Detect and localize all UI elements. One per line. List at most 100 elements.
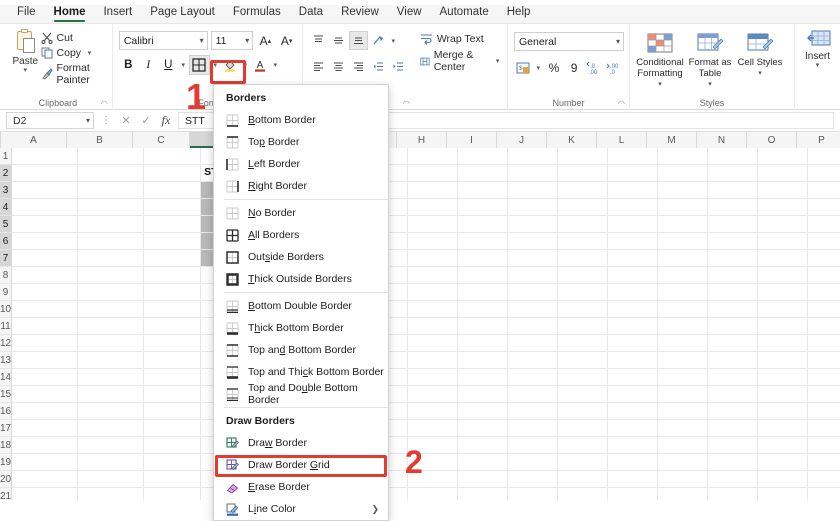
column-header-k[interactable]: K	[547, 132, 597, 148]
cell-l11[interactable]	[608, 318, 659, 335]
cell-m19[interactable]	[658, 454, 709, 471]
cell-i11[interactable]	[458, 318, 509, 335]
menu-item-top-and-double-bottom-border[interactable]: Top and Double Bottom Border	[214, 382, 388, 406]
menu-item-left-border[interactable]: Left Border	[214, 153, 388, 175]
chevron-down-icon[interactable]: ▾	[816, 62, 820, 70]
cell-h9[interactable]	[408, 284, 459, 301]
cell-l5[interactable]	[608, 216, 659, 233]
cell-i20[interactable]	[458, 471, 509, 488]
cell-a10[interactable]	[12, 301, 79, 318]
decrease-decimal-button[interactable]: .00 .0	[606, 58, 623, 77]
cell-j9[interactable]	[508, 284, 559, 301]
row-header-1[interactable]: 1	[0, 148, 13, 165]
cell-h21[interactable]	[408, 488, 459, 500]
cell-n11[interactable]	[708, 318, 759, 335]
cell-j2[interactable]	[508, 165, 559, 182]
cell-n15[interactable]	[708, 386, 759, 403]
cell-o21[interactable]	[758, 488, 809, 500]
cell-n9[interactable]	[708, 284, 759, 301]
menu-item-bottom-border[interactable]: Bottom Border	[214, 109, 388, 131]
cell-l9[interactable]	[608, 284, 659, 301]
format-painter-button[interactable]: Format Painter	[41, 62, 106, 86]
column-header-o[interactable]: O	[747, 132, 797, 148]
column-header-p[interactable]: P	[797, 132, 840, 148]
orientation-button[interactable]	[369, 31, 388, 50]
check-icon[interactable]: ✓	[138, 114, 154, 127]
row-header-18[interactable]: 18	[0, 437, 13, 454]
cell-c11[interactable]	[144, 318, 202, 335]
cell-styles-button[interactable]: Cell Styles ▾	[736, 31, 784, 90]
cell-m9[interactable]	[658, 284, 709, 301]
cell-b5[interactable]	[78, 216, 145, 233]
italic-button[interactable]: I	[139, 56, 158, 75]
align-right-button[interactable]	[349, 57, 368, 76]
cell-h7[interactable]	[408, 250, 459, 267]
cell-k21[interactable]	[558, 488, 609, 500]
cell-i19[interactable]	[458, 454, 509, 471]
cell-j8[interactable]	[508, 267, 559, 284]
cell-b6[interactable]	[78, 233, 145, 250]
align-left-button[interactable]	[309, 57, 328, 76]
row-header-12[interactable]: 12	[0, 335, 13, 352]
cell-p14[interactable]	[808, 369, 840, 386]
cell-o1[interactable]	[758, 148, 809, 165]
cell-i17[interactable]	[458, 420, 509, 437]
cell-m16[interactable]	[658, 403, 709, 420]
cell-p21[interactable]	[808, 488, 840, 500]
menu-item-line-color[interactable]: Line Color ❯	[214, 498, 388, 520]
cell-l10[interactable]	[608, 301, 659, 318]
cell-c6[interactable]	[144, 233, 202, 250]
cell-o10[interactable]	[758, 301, 809, 318]
cell-m8[interactable]	[658, 267, 709, 284]
copy-button[interactable]: Copy ▾	[41, 47, 106, 59]
decrease-indent-button[interactable]	[369, 57, 388, 76]
cell-m4[interactable]	[658, 199, 709, 216]
cell-p11[interactable]	[808, 318, 840, 335]
wrap-text-button[interactable]: Wrap Text	[420, 32, 501, 45]
cell-a2[interactable]	[12, 165, 79, 182]
menu-item-outside-borders[interactable]: Outside Borders	[214, 246, 388, 268]
menu-item-thick-outside-borders[interactable]: Thick Outside Borders	[214, 268, 388, 290]
cell-n7[interactable]	[708, 250, 759, 267]
row-header-3[interactable]: 3	[0, 182, 13, 199]
row-header-16[interactable]: 16	[0, 403, 13, 420]
cell-n5[interactable]	[708, 216, 759, 233]
cell-h14[interactable]	[408, 369, 459, 386]
menu-item-top-and-thick-bottom-border[interactable]: Top and Thick Bottom Border	[214, 361, 388, 383]
accounting-format-button[interactable]: $	[514, 58, 531, 77]
cell-k13[interactable]	[558, 352, 609, 369]
cell-j14[interactable]	[508, 369, 559, 386]
cell-a13[interactable]	[12, 352, 79, 369]
cell-m3[interactable]	[658, 182, 709, 199]
cell-b14[interactable]	[78, 369, 145, 386]
row-header-2[interactable]: 2	[0, 165, 13, 182]
tab-home[interactable]: Home	[45, 3, 95, 23]
cell-h16[interactable]	[408, 403, 459, 420]
cell-b10[interactable]	[78, 301, 145, 318]
font-color-chevron-down-icon[interactable]: ▾	[271, 61, 280, 69]
cell-c12[interactable]	[144, 335, 202, 352]
cell-n2[interactable]	[708, 165, 759, 182]
cell-k7[interactable]	[558, 250, 609, 267]
fill-color-button[interactable]	[221, 56, 240, 75]
cell-a20[interactable]	[12, 471, 79, 488]
cell-c21[interactable]	[144, 488, 202, 500]
font-name-combo[interactable]: Calibri ▾	[118, 31, 208, 50]
column-header-j[interactable]: J	[497, 132, 547, 148]
cell-k10[interactable]	[558, 301, 609, 318]
cell-p5[interactable]	[808, 216, 840, 233]
cell-k14[interactable]	[558, 369, 609, 386]
cell-p12[interactable]	[808, 335, 840, 352]
cell-c18[interactable]	[144, 437, 202, 454]
cell-c19[interactable]	[144, 454, 202, 471]
cell-l20[interactable]	[608, 471, 659, 488]
column-header-b[interactable]: B	[67, 132, 133, 148]
cell-b8[interactable]	[78, 267, 145, 284]
cell-k16[interactable]	[558, 403, 609, 420]
cell-a15[interactable]	[12, 386, 79, 403]
row-header-7[interactable]: 7	[0, 250, 13, 267]
cell-a9[interactable]	[12, 284, 79, 301]
cell-a11[interactable]	[12, 318, 79, 335]
cell-l14[interactable]	[608, 369, 659, 386]
underline-chevron-down-icon[interactable]: ▾	[179, 61, 188, 69]
